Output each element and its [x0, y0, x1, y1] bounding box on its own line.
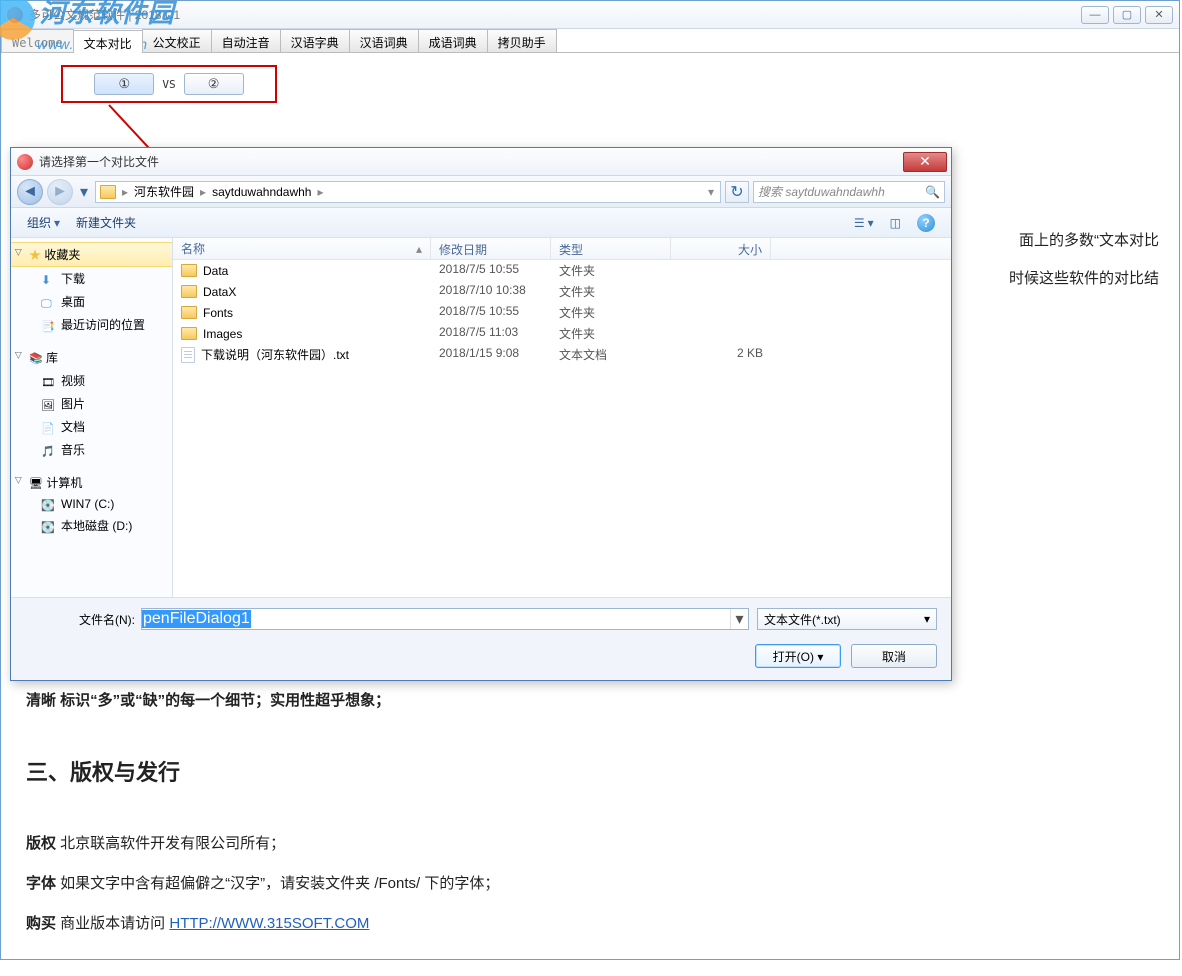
sidebar-item-downloads[interactable]: 下载 [11, 267, 172, 290]
sidebar-item-drive-c[interactable]: WIN7 (C:) [11, 494, 172, 514]
new-folder-button[interactable]: 新建文件夹 [68, 211, 144, 234]
tab-auto-pinyin[interactable]: 自动注音 [211, 29, 281, 52]
compare-controls: ① VS ② [61, 65, 277, 103]
file-pane: 名称▴ 修改日期 类型 大小 Data2018/7/5 10:55文件夹Data… [173, 238, 951, 597]
textfile-icon [181, 347, 195, 363]
app-icon [7, 7, 23, 23]
tab-word-dict[interactable]: 汉语词典 [349, 29, 419, 52]
buy-link[interactable]: HTTP://WWW.315SOFT.COM [169, 915, 369, 932]
file-filter-select[interactable]: 文本文件(*.txt)▾ [757, 608, 937, 630]
preview-pane-button[interactable]: ◫ [882, 213, 909, 233]
sidebar-item-desktop[interactable]: 桌面 [11, 290, 172, 313]
dialog-navbar: ◄ ► ▾ ▸ 河东软件园 ▸ saytduwahndawhh ▸ ▾ ↻ 搜索… [11, 176, 951, 208]
app-title: 多可公文规范软件 | 2018 C1 [29, 6, 1081, 23]
sidebar-item-pictures[interactable]: 图片 [11, 392, 172, 415]
view-options-button[interactable]: ☰▾ [846, 213, 882, 233]
partial-text-1: 面上的多数“文本对比 [1019, 223, 1159, 259]
dialog-footer: 文件名(N): penFileDialog1 ▾ 文本文件(*.txt)▾ 打开… [11, 597, 951, 680]
tab-idiom-dict[interactable]: 成语词典 [418, 29, 488, 52]
nav-history-dropdown[interactable]: ▾ [77, 182, 91, 202]
file-row[interactable]: Fonts2018/7/5 10:55文件夹 [173, 302, 951, 323]
compare-file-1-button[interactable]: ① [94, 73, 154, 95]
file-row[interactable]: Data2018/7/5 10:55文件夹 [173, 260, 951, 281]
dialog-sidebar: 收藏夹 下载 桌面 最近访问的位置 库 视频 图片 文档 音乐 计算机 WIN7… [11, 238, 173, 597]
file-row[interactable]: Images2018/7/5 11:03文件夹 [173, 323, 951, 344]
crumb-1[interactable]: 河东软件园 [130, 183, 198, 200]
close-button[interactable]: ✕ [1145, 6, 1173, 24]
col-type[interactable]: 类型 [551, 238, 671, 259]
sidebar-item-music[interactable]: 音乐 [11, 438, 172, 461]
col-date[interactable]: 修改日期 [431, 238, 551, 259]
open-button[interactable]: 打开(O) ▾ [755, 644, 841, 668]
dialog-close-button[interactable]: ✕ [903, 152, 947, 172]
sidebar-libraries-head[interactable]: 库 [11, 346, 172, 369]
dialog-title: 请选择第一个对比文件 [39, 153, 903, 170]
dialog-icon [17, 154, 33, 170]
breadcrumb-bar[interactable]: ▸ 河东软件园 ▸ saytduwahndawhh ▸ ▾ [95, 181, 721, 203]
nav-forward-button[interactable]: ► [47, 179, 73, 205]
tab-copy-helper[interactable]: 拷贝助手 [487, 29, 557, 52]
partial-text-2: 时候这些软件的对比结 [1009, 261, 1159, 297]
filename-input[interactable]: penFileDialog1 ▾ [141, 608, 749, 630]
filename-dropdown[interactable]: ▾ [730, 609, 748, 629]
sidebar-item-drive-d[interactable]: 本地磁盘 (D:) [11, 514, 172, 537]
folder-icon [181, 264, 197, 277]
col-size[interactable]: 大小 [671, 238, 771, 259]
organize-button[interactable]: 组织▾ [19, 211, 68, 234]
feature-line: 清晰 标识“多”或“缺”的每一个细节；实用性超乎想象； [26, 692, 390, 709]
search-icon: 🔍 [925, 185, 940, 199]
file-row[interactable]: 下载说明（河东软件园）.txt2018/1/15 9:08文本文档2 KB [173, 344, 951, 365]
sidebar-item-documents[interactable]: 文档 [11, 415, 172, 438]
tab-bar: Welcome 文本对比 公文校正 自动注音 汉语字典 汉语词典 成语词典 拷贝… [1, 29, 1179, 53]
sidebar-item-videos[interactable]: 视频 [11, 369, 172, 392]
dialog-titlebar: 请选择第一个对比文件 ✕ [11, 148, 951, 176]
folder-icon [100, 185, 116, 199]
help-button[interactable]: ? [909, 211, 943, 235]
crumb-dropdown[interactable]: ▾ [704, 185, 718, 199]
tab-doc-correct[interactable]: 公文校正 [142, 29, 212, 52]
cancel-button[interactable]: 取消 [851, 644, 937, 668]
nav-back-button[interactable]: ◄ [17, 179, 43, 205]
sidebar-favorites-head[interactable]: 收藏夹 [11, 242, 172, 267]
folder-icon [181, 306, 197, 319]
file-list: Data2018/7/5 10:55文件夹DataX2018/7/10 10:3… [173, 260, 951, 597]
maximize-button[interactable]: ▢ [1113, 6, 1141, 24]
vs-label: VS [162, 78, 175, 91]
sidebar-item-recent[interactable]: 最近访问的位置 [11, 313, 172, 336]
sidebar-computer-head[interactable]: 计算机 [11, 471, 172, 494]
folder-icon [181, 327, 197, 340]
file-header: 名称▴ 修改日期 类型 大小 [173, 238, 951, 260]
app-titlebar: 多可公文规范软件 | 2018 C1 — ▢ ✕ [1, 1, 1179, 29]
tab-text-compare[interactable]: 文本对比 [73, 30, 143, 53]
section-heading: 三、版权与发行 [26, 747, 1159, 800]
compare-file-2-button[interactable]: ② [184, 73, 244, 95]
col-name[interactable]: 名称▴ [173, 238, 431, 259]
tab-hanzi-dict[interactable]: 汉语字典 [280, 29, 350, 52]
refresh-button[interactable]: ↻ [725, 181, 749, 203]
search-input[interactable]: 搜索 saytduwahndawhh 🔍 [753, 181, 945, 203]
dialog-toolbar: 组织▾ 新建文件夹 ☰▾ ◫ ? [11, 208, 951, 238]
filename-label: 文件名(N): [25, 611, 135, 628]
folder-icon [181, 285, 197, 298]
tab-welcome[interactable]: Welcome [1, 29, 74, 52]
crumb-2[interactable]: saytduwahndawhh [208, 185, 315, 199]
minimize-button[interactable]: — [1081, 6, 1109, 24]
file-row[interactable]: DataX2018/7/10 10:38文件夹 [173, 281, 951, 302]
open-file-dialog: 请选择第一个对比文件 ✕ ◄ ► ▾ ▸ 河东软件园 ▸ saytduwahnd… [10, 147, 952, 681]
